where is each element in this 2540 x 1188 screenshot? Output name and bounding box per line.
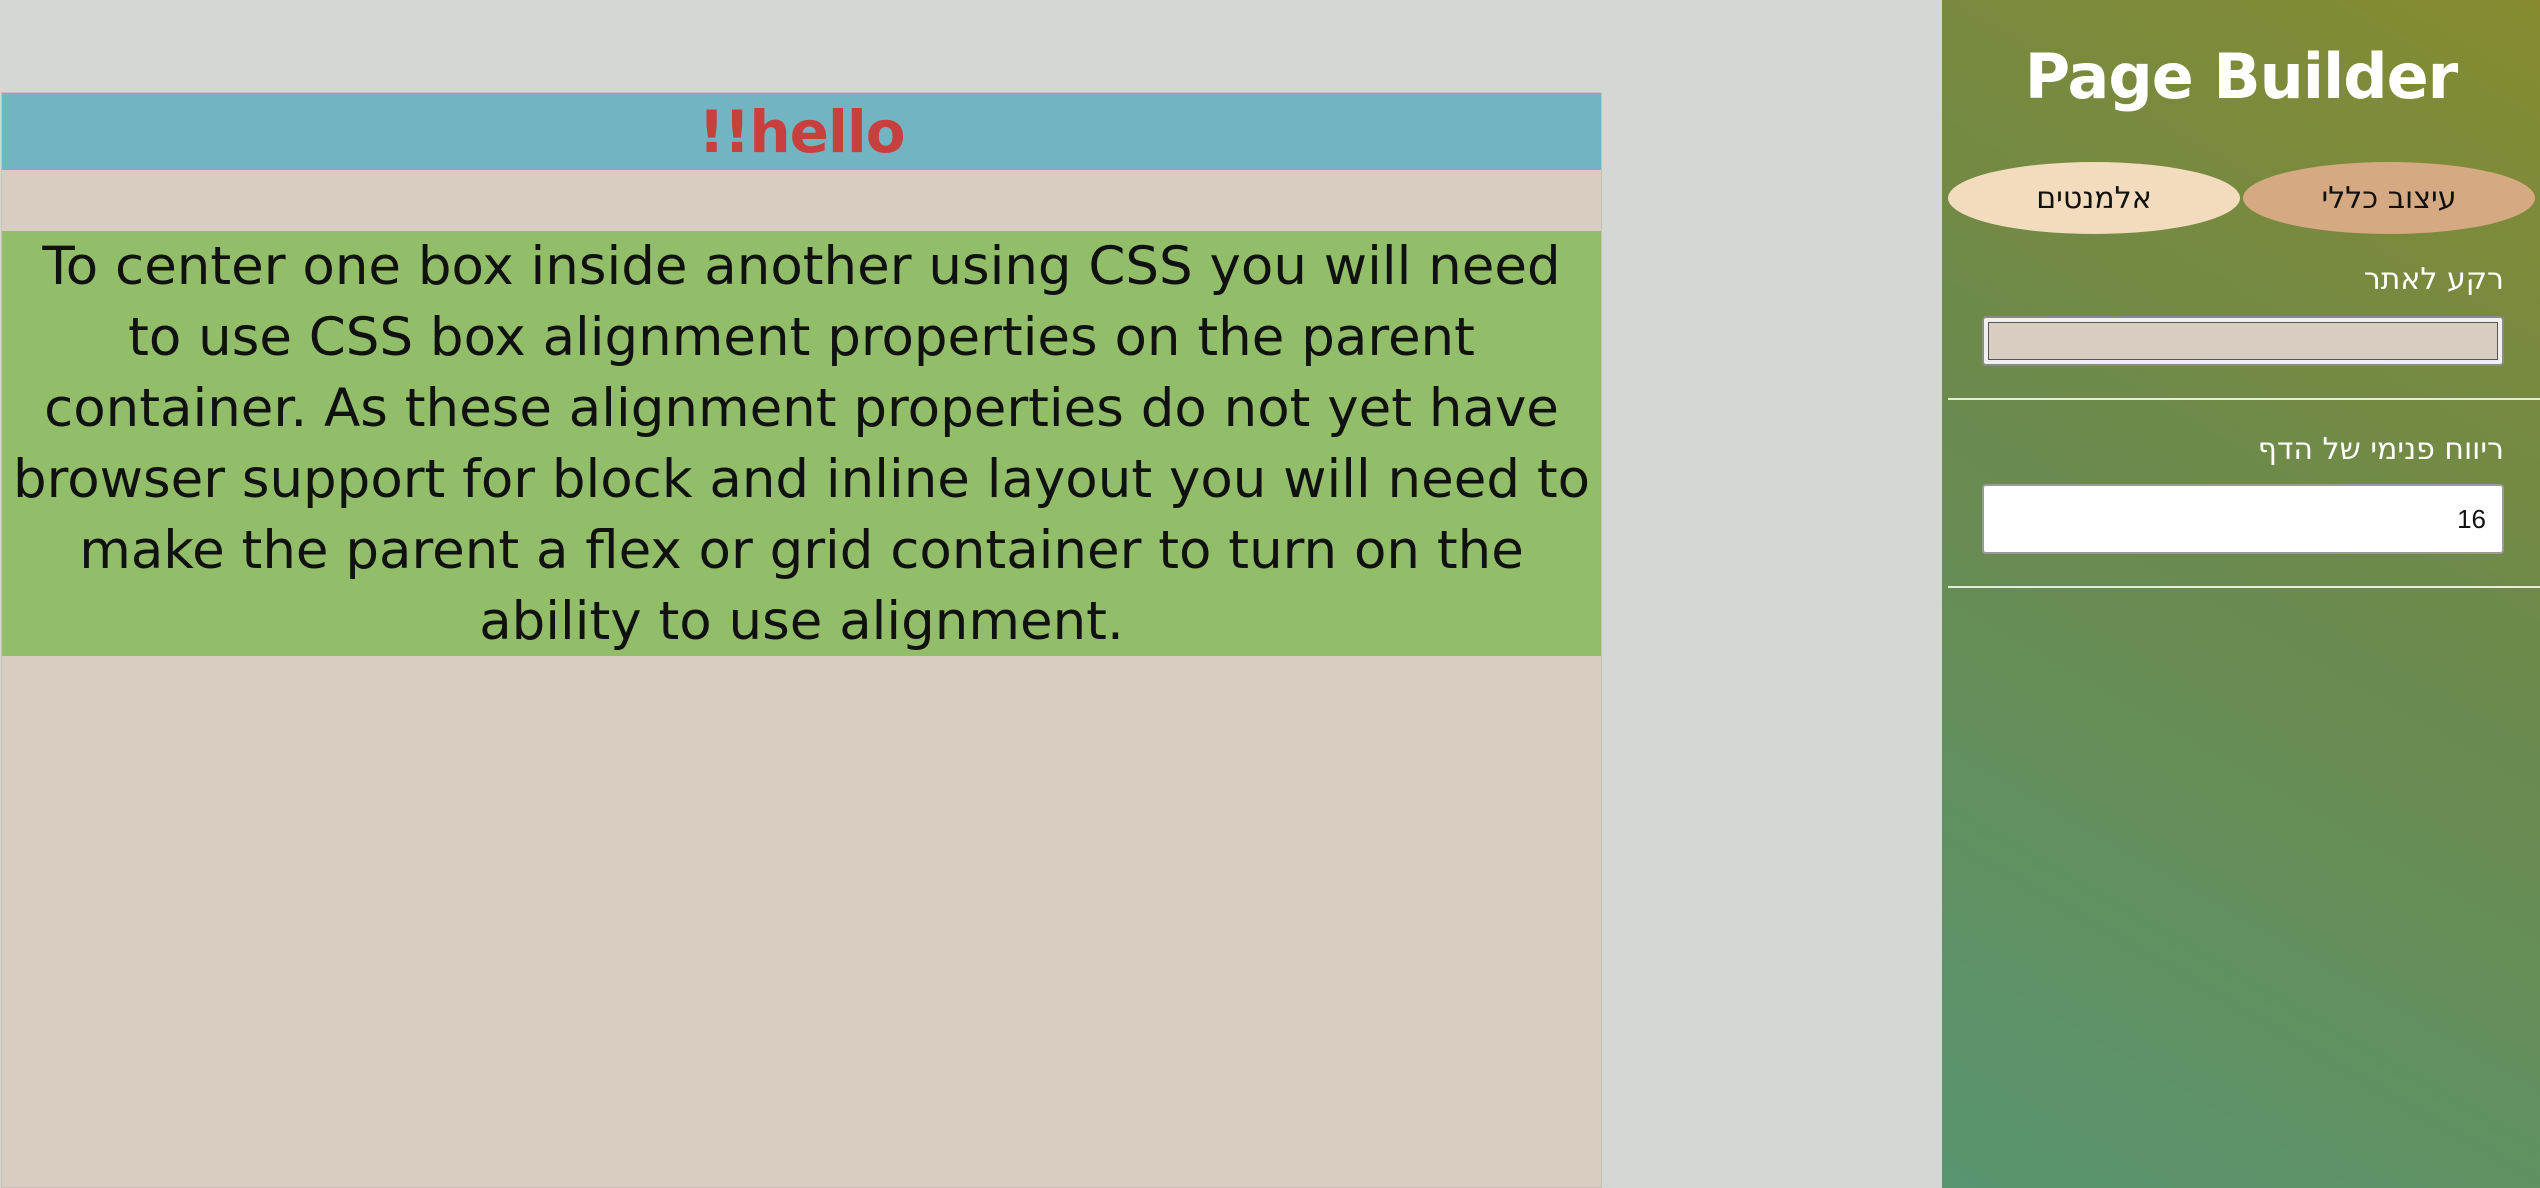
canvas-area: !!hello To center one box inside another…	[0, 0, 1942, 1188]
divider	[1948, 398, 2540, 400]
page-preview: !!hello To center one box inside another…	[1, 92, 1602, 1188]
divider	[1948, 586, 2540, 588]
page-padding-label: ריווח פנימי של הדף	[2257, 432, 2504, 467]
background-color-label: רקע לאתר	[2363, 262, 2504, 297]
tab-elements[interactable]: אלמנטים	[1948, 162, 2240, 234]
tab-general-design[interactable]: עיצוב כללי	[2243, 162, 2535, 234]
preview-text-element[interactable]: To center one box inside another using C…	[2, 231, 1601, 656]
builder-sidebar: Page Builder אלמנטים עיצוב כללי רקע לאתר…	[1942, 0, 2540, 1188]
preview-header-text: !!hello	[698, 97, 905, 166]
sidebar-title: Page Builder	[2024, 40, 2459, 113]
background-color-input[interactable]	[1982, 316, 2504, 366]
background-color-swatch	[1988, 322, 2498, 360]
page-padding-input[interactable]: 16	[1982, 484, 2504, 554]
preview-body-text: To center one box inside another using C…	[12, 235, 1591, 652]
preview-header-element[interactable]: !!hello	[2, 93, 1601, 170]
